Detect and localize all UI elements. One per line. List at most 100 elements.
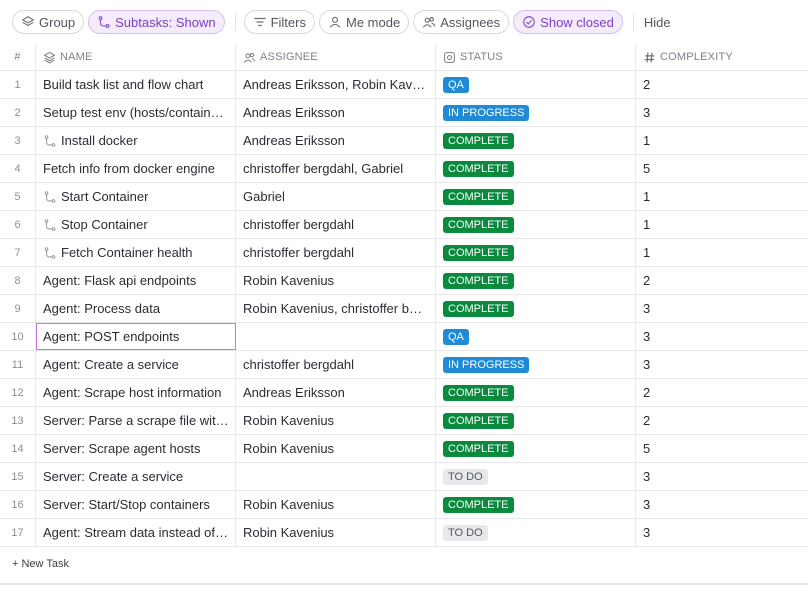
task-name-cell[interactable]: Stop Container xyxy=(36,211,236,238)
table-row[interactable]: 4 Fetch info from docker engine christoffe… xyxy=(0,155,808,183)
assignee-cell[interactable]: Andreas Eriksson xyxy=(236,127,436,154)
task-name-cell[interactable]: Fetch Container health xyxy=(36,239,236,266)
complexity-cell[interactable]: 3 xyxy=(636,463,808,490)
assignee-cell[interactable]: christoffer bergdahl xyxy=(236,351,436,378)
table-row[interactable]: 7 Fetch Container health christoffer bergd… xyxy=(0,239,808,267)
assignees-button[interactable]: Assignees xyxy=(413,10,510,34)
status-cell[interactable]: COMPLETE xyxy=(436,183,636,210)
complexity-cell[interactable]: 2 xyxy=(636,407,808,434)
task-name-cell[interactable]: Fetch info from docker engine xyxy=(36,155,236,182)
table-row[interactable]: 8 Agent: Flask api endpoints Robin Kaveniu… xyxy=(0,267,808,295)
assignee-cell[interactable] xyxy=(236,323,436,350)
subtasks-button[interactable]: Subtasks: Shown xyxy=(88,10,225,34)
complexity-cell[interactable]: 2 xyxy=(636,71,808,98)
task-name-cell[interactable]: Server: Scrape agent hosts xyxy=(36,435,236,462)
new-task-button[interactable]: + New Task xyxy=(12,558,69,570)
complexity-cell[interactable]: 2 xyxy=(636,379,808,406)
table-row[interactable]: 12 Agent: Scrape host information Andreas … xyxy=(0,379,808,407)
show-closed-button[interactable]: Show closed xyxy=(513,10,623,34)
status-cell[interactable]: COMPLETE xyxy=(436,155,636,182)
status-cell[interactable]: COMPLETE xyxy=(436,435,636,462)
complexity-cell[interactable]: 1 xyxy=(636,127,808,154)
task-name-cell[interactable]: Server: Parse a scrape file wit… xyxy=(36,407,236,434)
table-row[interactable]: 17 Agent: Stream data instead of… Robin Ka… xyxy=(0,519,808,547)
task-name-cell[interactable]: Build task list and flow chart xyxy=(36,71,236,98)
table-row[interactable]: 11 Agent: Create a service christoffer ber… xyxy=(0,351,808,379)
task-name-cell[interactable]: Agent: Process data xyxy=(36,295,236,322)
status-cell[interactable]: QA xyxy=(436,71,636,98)
complexity-cell[interactable]: 3 xyxy=(636,323,808,350)
status-cell[interactable]: COMPLETE xyxy=(436,491,636,518)
assignee-cell[interactable]: Gabriel xyxy=(236,183,436,210)
assignee-cell[interactable]: christoffer bergdahl, Gabriel xyxy=(236,155,436,182)
assignee-names: Andreas Eriksson xyxy=(243,105,345,120)
complexity-cell[interactable]: 3 xyxy=(636,99,808,126)
assignee-cell[interactable]: Andreas Eriksson, Robin Kav… xyxy=(236,71,436,98)
filters-button[interactable]: Filters xyxy=(243,10,315,34)
assignee-cell[interactable] xyxy=(236,463,436,490)
status-cell[interactable]: COMPLETE xyxy=(436,295,636,322)
table-row[interactable]: 15 Server: Create a service TO DO 3 xyxy=(0,463,808,491)
assignee-cell[interactable]: Andreas Eriksson xyxy=(236,379,436,406)
status-cell[interactable]: IN PROGRESS xyxy=(436,351,636,378)
task-name-cell[interactable]: Agent: Flask api endpoints xyxy=(36,267,236,294)
table-row[interactable]: 1 Build task list and flow chart Andreas E… xyxy=(0,71,808,99)
task-name-cell[interactable]: Agent: Stream data instead of… xyxy=(36,519,236,546)
table-row[interactable]: 5 Start Container Gabriel COMPLETE 1 xyxy=(0,183,808,211)
table-row[interactable]: 6 Stop Container christoffer bergdahl COMPL… xyxy=(0,211,808,239)
task-name-cell[interactable]: Start Container xyxy=(36,183,236,210)
status-cell[interactable]: COMPLETE xyxy=(436,127,636,154)
table-row[interactable]: 16 Server: Start/Stop containers Robin Kav… xyxy=(0,491,808,519)
me-mode-button[interactable]: Me mode xyxy=(318,10,410,34)
status-cell[interactable]: TO DO xyxy=(436,463,636,490)
assignee-cell[interactable]: Robin Kavenius xyxy=(236,435,436,462)
header-name[interactable]: NAME xyxy=(36,44,236,70)
header-assignee[interactable]: ASSIGNEE xyxy=(236,44,436,70)
header-status[interactable]: STATUS xyxy=(436,44,636,70)
status-cell[interactable]: COMPLETE xyxy=(436,407,636,434)
complexity-cell[interactable]: 1 xyxy=(636,211,808,238)
complexity-cell[interactable]: 1 xyxy=(636,239,808,266)
task-name-cell[interactable]: Agent: Create a service xyxy=(36,351,236,378)
task-name-cell[interactable]: Setup test env (hosts/contain… xyxy=(36,99,236,126)
complexity-cell[interactable]: 5 xyxy=(636,435,808,462)
status-cell[interactable]: QA xyxy=(436,323,636,350)
status-cell[interactable]: COMPLETE xyxy=(436,239,636,266)
table-row[interactable]: 13 Server: Parse a scrape file wit… Robin … xyxy=(0,407,808,435)
complexity-cell[interactable]: 3 xyxy=(636,295,808,322)
table-row[interactable]: 2 Setup test env (hosts/contain… Andreas E… xyxy=(0,99,808,127)
table-row[interactable]: 14 Server: Scrape agent hosts Robin Kaveni… xyxy=(0,435,808,463)
complexity-cell[interactable]: 3 xyxy=(636,519,808,546)
table-row[interactable]: 9 Agent: Process data Robin Kavenius, chri… xyxy=(0,295,808,323)
assignee-cell[interactable]: christoffer bergdahl xyxy=(236,239,436,266)
assignee-cell[interactable]: Robin Kavenius, christoffer b… xyxy=(236,295,436,322)
assignee-cell[interactable]: christoffer bergdahl xyxy=(236,211,436,238)
task-name-cell[interactable]: Server: Create a service xyxy=(36,463,236,490)
assignee-cell[interactable]: Robin Kavenius xyxy=(236,491,436,518)
task-name-cell[interactable]: Install docker xyxy=(36,127,236,154)
task-name-cell[interactable]: Server: Start/Stop containers xyxy=(36,491,236,518)
assignee-cell[interactable]: Robin Kavenius xyxy=(236,267,436,294)
hide-button[interactable]: Hide xyxy=(642,15,673,30)
complexity-cell[interactable]: 3 xyxy=(636,491,808,518)
complexity-cell[interactable]: 1 xyxy=(636,183,808,210)
complexity-cell[interactable]: 5 xyxy=(636,155,808,182)
complexity-cell[interactable]: 3 xyxy=(636,351,808,378)
table-row[interactable]: 10 Agent: POST endpoints QA 3 xyxy=(0,323,808,351)
assignee-names: christoffer bergdahl xyxy=(243,357,355,372)
header-complexity[interactable]: COMPLEXITY xyxy=(636,44,808,70)
group-button[interactable]: Group xyxy=(12,10,85,34)
status-cell[interactable]: IN PROGRESS xyxy=(436,99,636,126)
assignee-cell[interactable]: Robin Kavenius xyxy=(236,519,436,546)
task-name-cell[interactable]: Agent: Scrape host information xyxy=(36,379,236,406)
assignee-cell[interactable]: Robin Kavenius xyxy=(236,407,436,434)
task-name-cell[interactable]: Agent: POST endpoints xyxy=(36,323,236,350)
status-cell[interactable]: COMPLETE xyxy=(436,379,636,406)
status-cell[interactable]: COMPLETE xyxy=(436,211,636,238)
assignee-cell[interactable]: Andreas Eriksson xyxy=(236,99,436,126)
status-cell[interactable]: COMPLETE xyxy=(436,267,636,294)
status-cell[interactable]: TO DO xyxy=(436,519,636,546)
table-row[interactable]: 3 Install docker Andreas Eriksson COMPLETE 1 xyxy=(0,127,808,155)
check-circle-icon xyxy=(523,16,535,28)
complexity-cell[interactable]: 2 xyxy=(636,267,808,294)
